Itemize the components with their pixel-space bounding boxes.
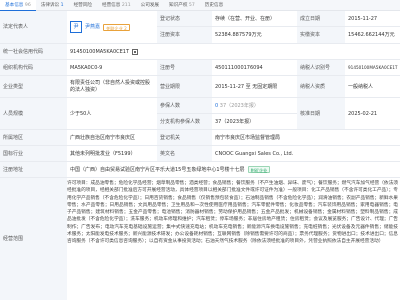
address-value: 中国（广西）自由贸易试验区南宁片区平乐大道15号五象绿地中心1号楼十七层	[70, 166, 245, 173]
field-label: 法定代表人	[0, 11, 67, 43]
insured-value: 0	[215, 102, 219, 109]
nearby-companies-tag[interactable]: 附近企业	[247, 166, 271, 173]
tab-development[interactable]: 公司发展	[136, 0, 164, 11]
tab-count: 1	[60, 3, 64, 8]
tab-history[interactable]: 历史信息	[200, 0, 228, 11]
field-label: 纳税人资质	[297, 76, 345, 97]
org-code-value: MA5KA0C0-9	[70, 64, 103, 71]
table-row: 统一社会信用代码 91450100MA5KA0CE1T	[0, 44, 400, 60]
table-row: 经营范围 许可项目：成品油零售；危险化学品经营；烟草制品零售；酒类经营；食品销售…	[0, 178, 400, 300]
business-scope-text: 许可项目：成品油零售；危险化学品经营；烟草制品零售；酒类经营；食品销售；餐饮服务…	[67, 181, 398, 245]
tab-operations[interactable]: 经营信息 211	[97, 0, 136, 11]
taxpayer-qual-value: 一般纳税人	[348, 83, 374, 90]
industry-cell: 其他未列明批发业（F5199）	[67, 146, 157, 161]
tab-label: 法律诉讼	[40, 3, 60, 8]
tab-label: 历史信息	[204, 3, 224, 8]
paid-capital-value: 15462.662144万元	[348, 32, 395, 38]
region-value: 广西壮族自治区南宁市良庆区	[70, 134, 136, 141]
credit-code-cell: 91450100MA5KA0CE1T	[67, 44, 400, 59]
field-label: 营业期限	[157, 76, 212, 97]
business-term-value: 2015-11-27 至 无固定期限	[215, 83, 278, 90]
tab-basic-info[interactable]: 基本信息 96	[0, 0, 36, 11]
field-label: 注册地址	[0, 162, 67, 177]
est-date-value: 2015-11-27	[348, 15, 378, 22]
staff-size-value: 少于50人	[70, 110, 92, 117]
english-name-value: CNOOC Guangxi Sales Co., Ltd.	[215, 150, 294, 157]
field-label: 所属地区	[0, 130, 67, 145]
field-label: 注册资本	[157, 27, 212, 43]
field-label: 国标行业	[0, 146, 67, 161]
tab-count: 57	[188, 3, 195, 8]
related-companies-tag[interactable]: 关联企业 2	[103, 23, 130, 31]
taxpayer-id-value: 91450100MA5KA0CE1T	[348, 64, 398, 70]
qr-code-icon[interactable]	[132, 48, 139, 55]
tab-label: 经营信息	[101, 3, 121, 8]
tab-risk[interactable]: 经营风险	[69, 0, 97, 11]
field-label: 分支机构参保人数	[157, 114, 212, 129]
table-row: 组织机构代码 MA5KA0C0-9 注册号 450111000176094 纳税…	[0, 60, 400, 76]
field-label: 参保人数	[157, 98, 212, 113]
industry-value: 其他未列明批发业（F5199）	[70, 150, 136, 157]
field-label: 统一社会信用代码	[0, 44, 67, 59]
tab-label: 知识产权	[169, 3, 188, 8]
company-type-value: 有限责任公司（非自然人投资或控股的法人独资）	[70, 79, 151, 93]
avatar: 尹	[70, 21, 82, 33]
table-row: 登记状态 存续（在营、开业、在册） 成立日期 2015-11-27	[157, 11, 400, 27]
field-label: 实缴资本	[297, 27, 345, 43]
table-row: 所属地区 广西壮族自治区南宁市良庆区 登记机关 南宁市良庆区市场监督管理局	[0, 130, 400, 146]
insured-cell: 0 37（2023年报）	[212, 98, 297, 113]
reg-status-value: 存续（在营、开业、在册）	[215, 15, 276, 22]
field-label: 组织机构代码	[0, 60, 67, 75]
credit-code-value: 91450100MA5KA0CE1T	[70, 48, 130, 55]
tab-count: 211	[121, 3, 131, 8]
tab-label: 公司发展	[140, 3, 160, 8]
legal-rep-name[interactable]: 尹燕嘉	[85, 24, 100, 30]
insured-report[interactable]: 37（2023年报）	[220, 103, 259, 109]
reg-capital-value: 52384.887579万元	[215, 32, 262, 38]
field-label: 成立日期	[297, 11, 345, 26]
authority-value: 南宁市良庆区市场监督管理局	[215, 134, 281, 141]
branch-insured-value[interactable]: 37（2023年报）	[212, 114, 297, 129]
tab-label: 基本信息	[5, 3, 24, 8]
table-row: 注册地址 中国（广西）自由贸易试验区南宁片区平乐大道15号五象绿地中心1号楼十七…	[0, 162, 400, 178]
tab-ip[interactable]: 知识产权 57	[164, 0, 200, 11]
tab-label: 经营风险	[73, 3, 92, 8]
field-label: 登记机关	[157, 130, 212, 145]
tab-legal[interactable]: 法律诉讼 1	[36, 0, 69, 11]
field-label: 注册号	[157, 60, 212, 75]
approval-date-value: 2025-02-21	[348, 110, 378, 117]
address-cell: 中国（广西）自由贸易试验区南宁片区平乐大道15号五象绿地中心1号楼十七层 附近企…	[67, 162, 400, 177]
field-label: 企业类型	[0, 76, 67, 97]
field-label: 英文名	[157, 146, 212, 161]
table-row: 注册资本 52384.887579万元 实缴资本 15462.662144万元	[157, 27, 400, 44]
table-row: 参保人数 0 37（2023年报）	[157, 98, 297, 114]
table-row: 分支机构参保人数 37（2023年报）	[157, 114, 297, 130]
field-label: 经营范围	[0, 178, 67, 300]
field-label: 登记状态	[157, 11, 212, 26]
field-label: 核准日期	[297, 98, 345, 129]
tab-count: 96	[24, 3, 31, 8]
table-row: 国标行业 其他未列明批发业（F5199） 英文名 CNOOC Guangxi S…	[0, 146, 400, 162]
field-label: 纳税人识别号	[297, 60, 345, 75]
table-row: 企业类型 有限责任公司（非自然人投资或控股的法人独资） 营业期限 2015-11…	[0, 76, 400, 98]
legal-rep-cell: 尹 尹燕嘉 关联企业 2	[67, 11, 157, 43]
tab-bar: 基本信息 96 法律诉讼 1 经营风险 经营信息 211 公司发展 知识产权 57 历史…	[0, 0, 400, 11]
reg-no-value: 450111000176094	[215, 64, 263, 71]
field-label: 人员规模	[0, 98, 67, 129]
